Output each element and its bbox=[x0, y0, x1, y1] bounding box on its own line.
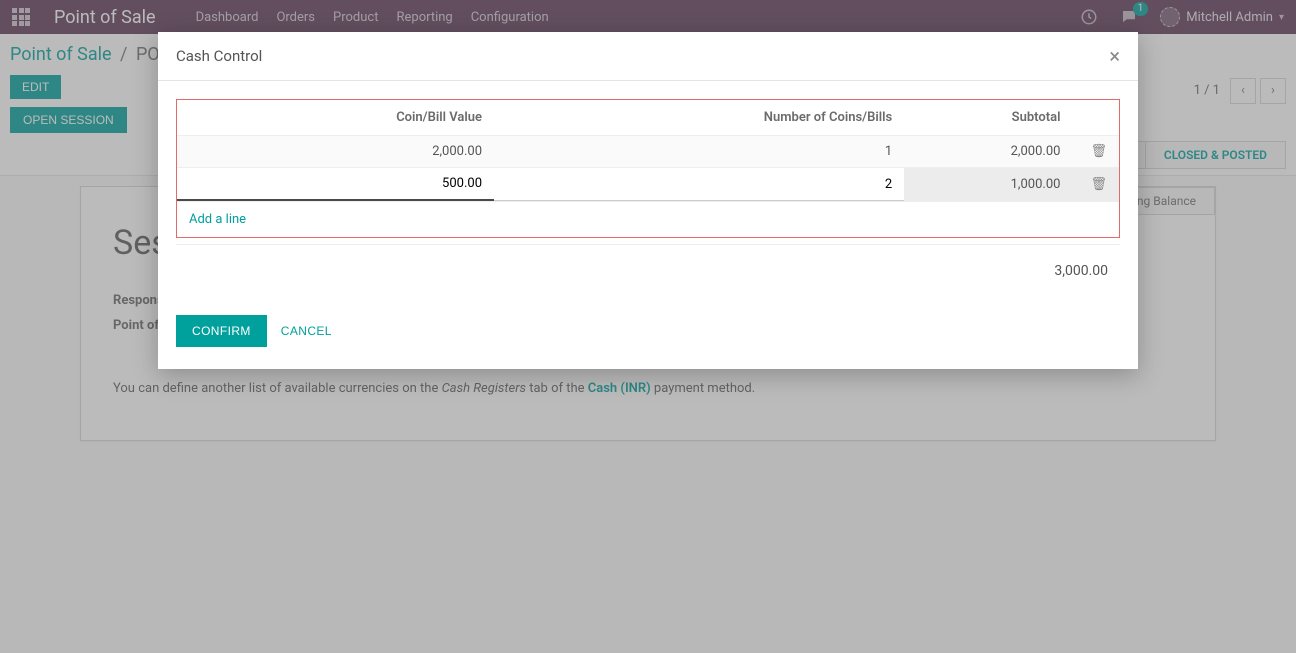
cell-num[interactable]: 1 bbox=[494, 136, 904, 168]
table-row[interactable]: 1,000.00 🗑 bbox=[177, 168, 1119, 202]
coin-count-input[interactable] bbox=[494, 169, 904, 201]
cancel-button[interactable]: CANCEL bbox=[281, 324, 332, 338]
close-icon[interactable]: × bbox=[1109, 46, 1120, 66]
cell-sub: 2,000.00 bbox=[904, 136, 1072, 168]
table-row[interactable]: 2,000.00 1 2,000.00 🗑 bbox=[177, 136, 1119, 168]
cash-control-modal: Cash Control × Coin/Bill Value Number of… bbox=[158, 32, 1138, 369]
trash-icon[interactable]: 🗑 bbox=[1090, 144, 1107, 159]
coin-value-input[interactable] bbox=[177, 168, 494, 201]
cell-coin[interactable]: 2,000.00 bbox=[177, 136, 494, 168]
confirm-button[interactable]: CONFIRM bbox=[176, 315, 267, 347]
cash-total: 3,000.00 bbox=[176, 244, 1120, 283]
modal-title: Cash Control bbox=[176, 47, 262, 65]
add-line-link[interactable]: Add a line bbox=[189, 212, 246, 227]
cell-sub: 1,000.00 bbox=[904, 168, 1072, 202]
col-subtotal: Subtotal bbox=[904, 100, 1072, 136]
trash-icon[interactable]: 🗑 bbox=[1090, 177, 1107, 192]
cash-table-highlight: Coin/Bill Value Number of Coins/Bills Su… bbox=[176, 99, 1120, 238]
cash-table: Coin/Bill Value Number of Coins/Bills Su… bbox=[177, 100, 1119, 202]
col-coin-value: Coin/Bill Value bbox=[177, 100, 494, 136]
col-number: Number of Coins/Bills bbox=[494, 100, 904, 136]
